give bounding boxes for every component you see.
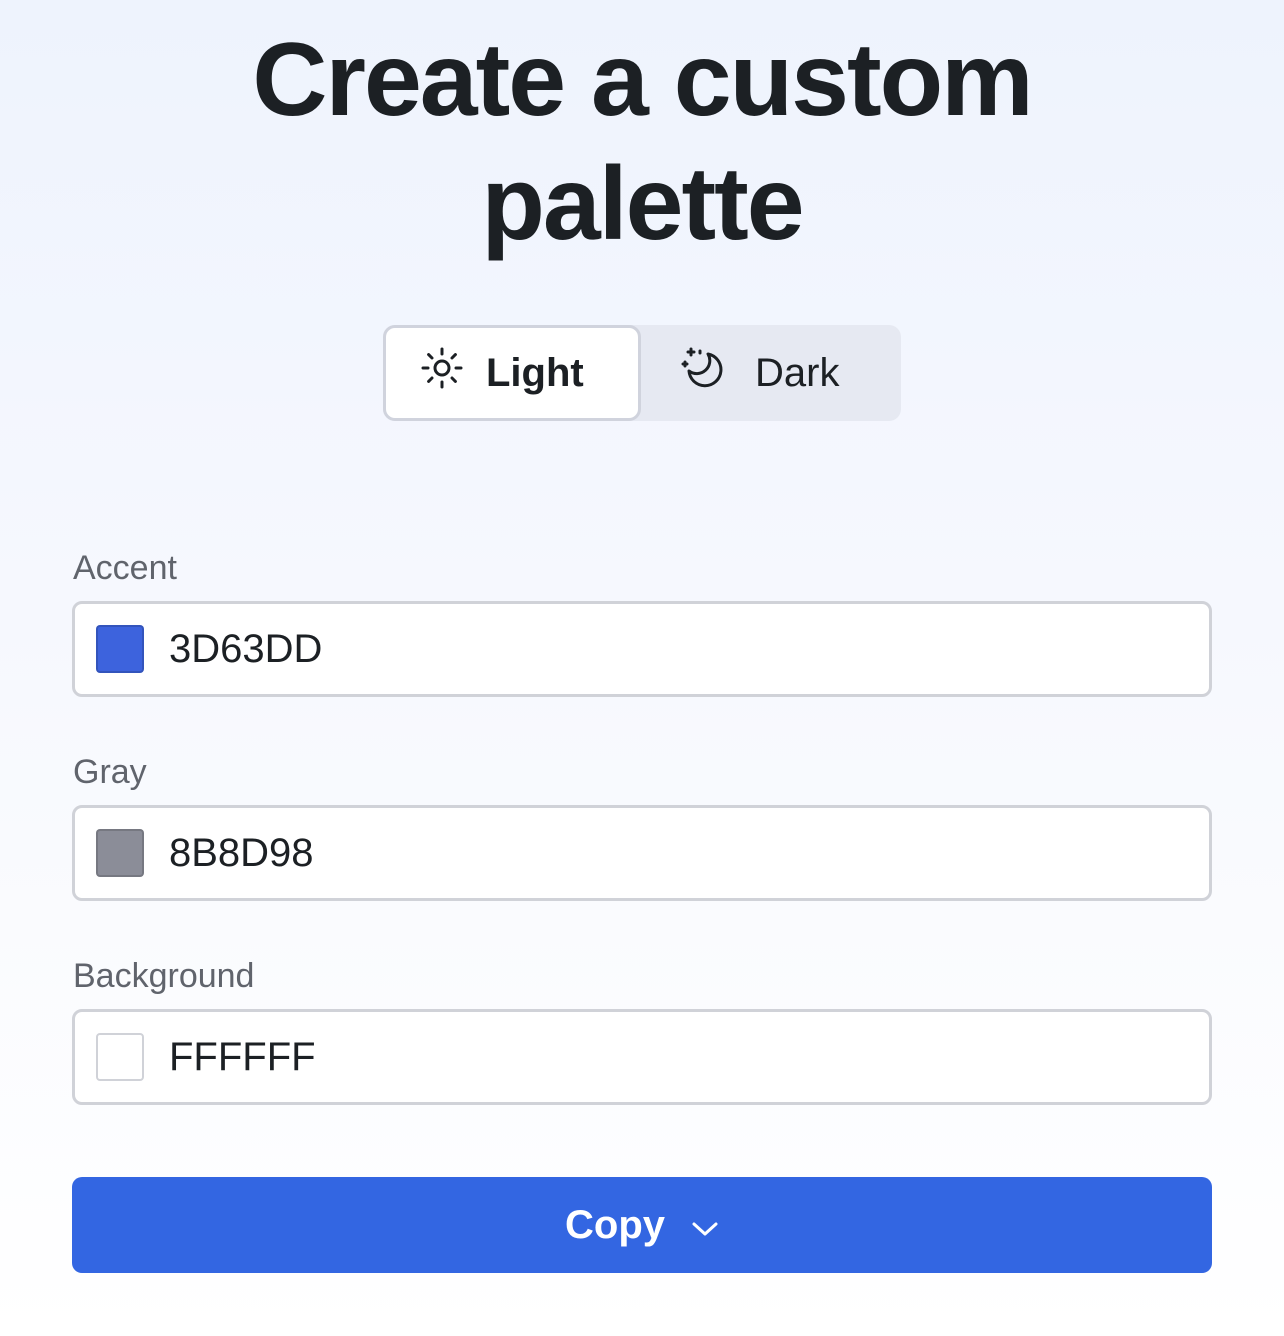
moon-stars-icon bbox=[681, 345, 727, 401]
light-mode-button[interactable]: Light bbox=[383, 325, 641, 421]
appearance-toggle: Light Dark bbox=[383, 325, 901, 421]
gray-swatch[interactable] bbox=[96, 829, 144, 877]
copy-button[interactable]: Copy bbox=[72, 1177, 1212, 1273]
background-field[interactable] bbox=[72, 1009, 1212, 1105]
gray-input[interactable] bbox=[169, 808, 1169, 898]
copy-button-label: Copy bbox=[565, 1202, 665, 1247]
light-mode-label: Light bbox=[486, 350, 584, 395]
page-title-line-1: Create a custom bbox=[252, 22, 1033, 138]
dark-mode-label: Dark bbox=[755, 350, 840, 395]
accent-swatch[interactable] bbox=[96, 625, 144, 673]
gray-field[interactable] bbox=[72, 805, 1212, 901]
background-label: Background bbox=[73, 957, 255, 995]
dark-mode-button[interactable]: Dark bbox=[641, 325, 901, 421]
page-title-line-2: palette bbox=[481, 146, 804, 262]
accent-label: Accent bbox=[73, 549, 177, 587]
chevron-down-icon bbox=[665, 1203, 719, 1248]
background-swatch[interactable] bbox=[96, 1033, 144, 1081]
accent-field[interactable] bbox=[72, 601, 1212, 697]
page-title: Create a custom palette bbox=[0, 18, 1284, 266]
sun-icon bbox=[420, 346, 464, 400]
background-input[interactable] bbox=[169, 1012, 1169, 1102]
gray-label: Gray bbox=[73, 753, 147, 791]
accent-input[interactable] bbox=[169, 604, 1169, 694]
